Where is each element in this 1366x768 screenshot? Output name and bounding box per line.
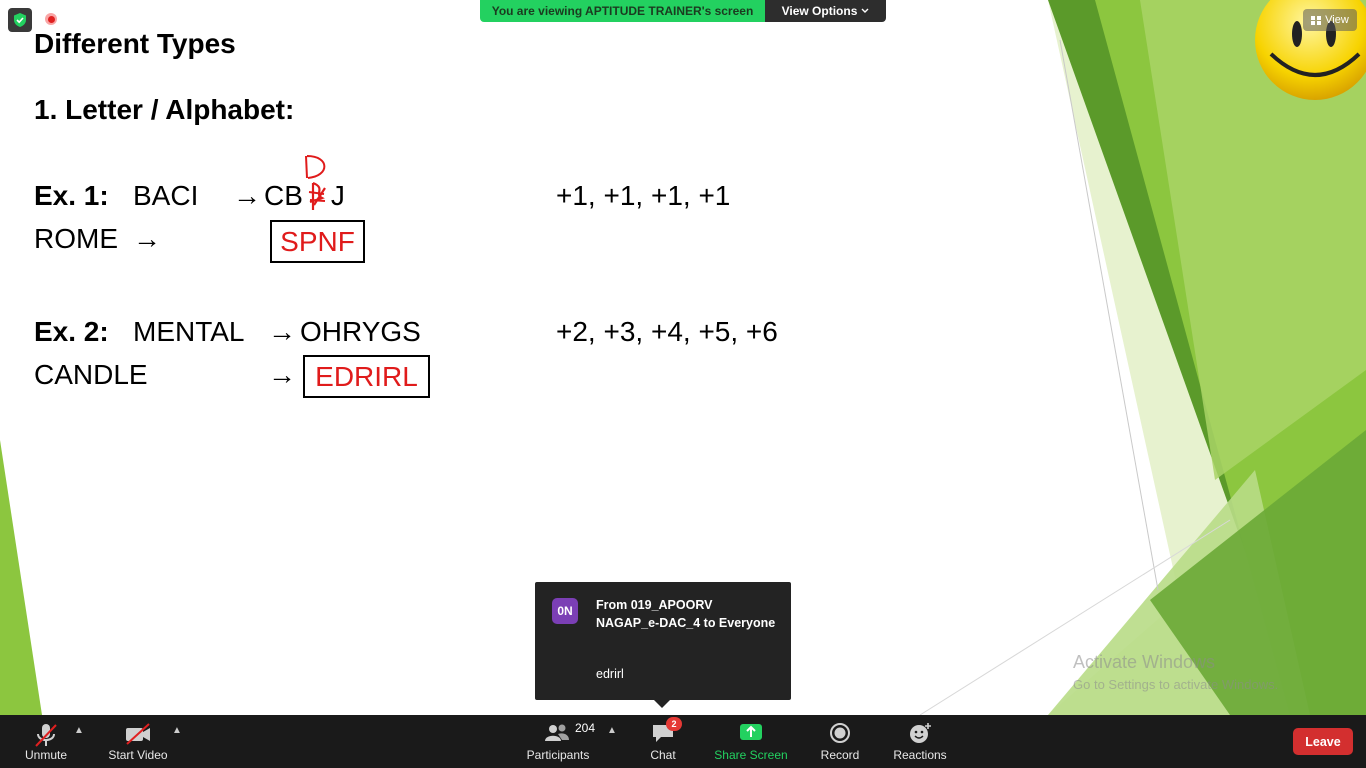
unmute-button[interactable]: Unmute xyxy=(14,715,78,768)
view-layout-label: View xyxy=(1325,14,1349,26)
section-heading: 1. Letter / Alphabet: xyxy=(34,94,295,125)
share-screen-icon xyxy=(740,724,762,740)
ex1-question: ROME xyxy=(34,223,118,254)
chat-sender-line: From 019_APOORV NAGAP_e-DAC_4 to Everyon… xyxy=(596,598,776,630)
chevron-down-icon xyxy=(861,8,869,13)
audio-options-caret-icon[interactable]: ▲ xyxy=(74,725,84,736)
leave-meeting-button[interactable]: Leave xyxy=(1293,728,1353,755)
view-layout-button[interactable]: View xyxy=(1303,9,1357,31)
record-button[interactable]: Record xyxy=(814,715,866,768)
chat-message-text: edrirl xyxy=(596,667,624,681)
activate-windows-subtitle: Go to Settings to activate Windows. xyxy=(1073,677,1279,692)
start-video-label: Start Video xyxy=(108,748,168,762)
participants-icon xyxy=(545,724,569,741)
ex2-pattern: +2, +3, +4, +5, +6 xyxy=(556,316,778,347)
chat-label: Chat xyxy=(650,748,676,762)
ex2-question: CANDLE xyxy=(34,359,148,390)
ex2-answer-box: EDRIRL xyxy=(303,355,430,398)
microphone-muted-icon xyxy=(35,724,57,747)
participants-options-caret-icon[interactable]: ▲ xyxy=(607,725,617,736)
red-ink-correction xyxy=(305,155,326,210)
reactions-smiley-icon xyxy=(910,723,931,743)
reactions-label: Reactions xyxy=(893,748,947,762)
ex1-pattern: +1, +1, +1, +1 xyxy=(556,180,731,211)
reactions-button[interactable]: Reactions xyxy=(888,715,952,768)
ex2-label: Ex. 2: xyxy=(34,316,109,347)
viewing-screen-notice: You are viewing APTITUDE TRAINER's scree… xyxy=(480,0,765,22)
ex2-question-arrow: → xyxy=(268,359,296,390)
chat-unread-badge: 2 xyxy=(666,717,682,731)
ex1-word: BACI xyxy=(133,180,199,211)
meeting-toolbar: Unmute ▲ Start Video ▲ Participants ▲ Ch… xyxy=(0,715,1366,768)
record-label: Record xyxy=(820,748,860,762)
video-options-caret-icon[interactable]: ▲ xyxy=(172,725,182,736)
ex1-label: Ex. 1: xyxy=(34,180,109,211)
screen-share-banner: You are viewing APTITUDE TRAINER's scree… xyxy=(480,0,886,22)
start-video-button[interactable]: Start Video xyxy=(104,715,172,768)
share-screen-label: Share Screen xyxy=(714,748,788,762)
ex2-result: OHRYGS xyxy=(300,316,421,347)
activate-windows-title: Activate Windows xyxy=(1073,652,1216,672)
ex1-arrow: → xyxy=(233,180,261,211)
participants-label: Participants xyxy=(526,748,590,762)
participants-count: 204 xyxy=(575,721,596,735)
grid-icon xyxy=(1311,15,1322,25)
video-camera-off-icon xyxy=(126,723,150,745)
record-icon xyxy=(830,723,850,743)
ex1-answer-box: SPNF xyxy=(270,220,365,263)
ex2-arrow: → xyxy=(268,316,296,347)
ex1-question-arrow: → xyxy=(133,223,161,254)
chat-notification-popup[interactable]: 0N From 019_APOORV NAGAP_e-DAC_4 to Ever… xyxy=(535,582,791,708)
sender-avatar: 0N xyxy=(552,598,578,624)
view-options-button[interactable]: View Options xyxy=(765,0,886,22)
security-shield-icon[interactable] xyxy=(8,8,32,32)
ex1-result-prefix: CB xyxy=(264,180,303,211)
recording-indicator-icon xyxy=(45,13,57,25)
unmute-label: Unmute xyxy=(24,748,68,762)
share-screen-button[interactable]: Share Screen xyxy=(712,715,790,768)
slide-title: Different Types xyxy=(34,28,236,59)
view-options-label: View Options xyxy=(781,4,858,18)
ex2-word: MENTAL xyxy=(133,316,245,347)
